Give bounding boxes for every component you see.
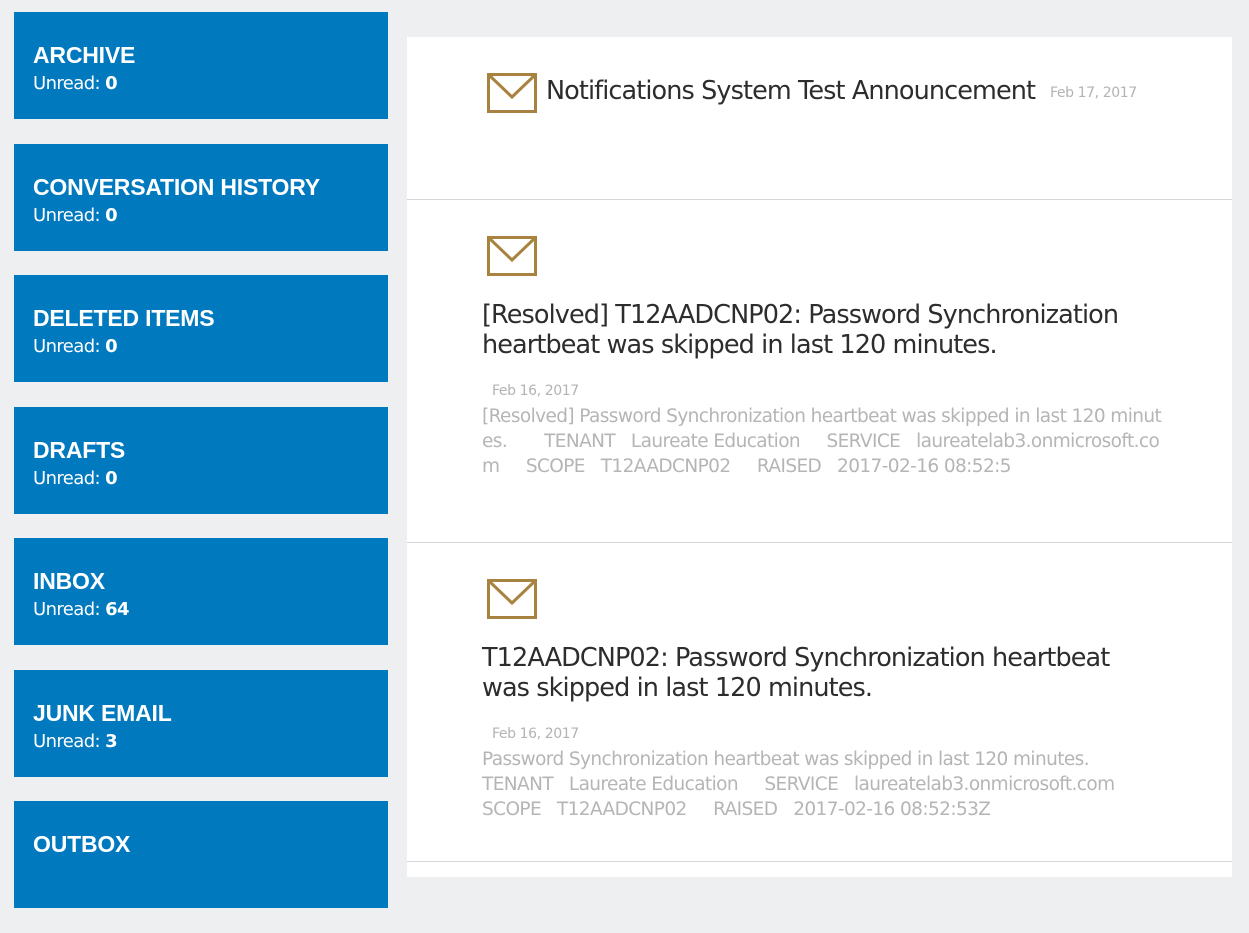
folder-drafts[interactable]: DRAFTS Unread: 0	[14, 406, 388, 514]
folder-name: JUNK EMAIL	[33, 699, 172, 726]
message-subject: Notifications System Test Announcement	[546, 76, 1036, 106]
unread-count: 0	[105, 204, 118, 226]
folder-conversation-history[interactable]: CONVERSATION HISTORY Unread: 0	[14, 143, 388, 251]
unread-count: 0	[105, 73, 118, 94]
unread-count: 0	[105, 336, 118, 357]
folder-unread: Unread: 64	[33, 599, 130, 620]
unread-label: Unread:	[33, 467, 101, 489]
folder-unread: Unread: 3	[33, 730, 118, 752]
folder-name: INBOX	[33, 568, 105, 594]
unread-label: Unread:	[33, 730, 101, 752]
folder-name: DRAFTS	[33, 436, 126, 463]
folder-name: OUTBOX	[33, 831, 131, 857]
message-subject: T12AADCNP02: Password Synchronization he…	[482, 643, 1110, 703]
message-list: Notifications System Test Announcement F…	[407, 37, 1232, 877]
envelope-icon	[487, 73, 537, 113]
message-preview: [Resolved] Password Synchronization hear…	[482, 406, 1162, 477]
message-item[interactable]: [Resolved] T12AADCNP02: Password Synchro…	[407, 200, 1232, 543]
unread-count: 0	[105, 467, 118, 489]
folder-name: DELETED ITEMS	[33, 305, 215, 331]
folder-unread: Unread: 0	[33, 204, 118, 226]
unread-label: Unread:	[33, 336, 101, 357]
message-subject: [Resolved] T12AADCNP02: Password Synchro…	[482, 300, 1119, 360]
folder-unread: Unread: 0	[33, 336, 118, 357]
message-date: Feb 16, 2017	[492, 383, 579, 399]
unread-label: Unread:	[33, 599, 101, 620]
unread-count: 3	[105, 730, 118, 752]
folder-deleted-items[interactable]: DELETED ITEMS Unread: 0	[14, 275, 388, 382]
folder-unread: Unread: 0	[33, 73, 118, 94]
folder-inbox[interactable]: INBOX Unread: 64	[14, 538, 388, 645]
folder-archive[interactable]: ARCHIVE Unread: 0	[14, 12, 388, 119]
message-preview: Password Synchronization heartbeat was s…	[482, 749, 1115, 820]
folder-junk-email[interactable]: JUNK EMAIL Unread: 3	[14, 669, 388, 777]
unread-label: Unread:	[33, 73, 101, 94]
message-item[interactable]: Notifications System Test Announcement F…	[407, 37, 1232, 200]
unread-count: 64	[105, 599, 129, 620]
envelope-icon	[487, 236, 537, 276]
folder-name: CONVERSATION HISTORY	[33, 173, 320, 200]
unread-label: Unread:	[33, 204, 101, 226]
message-date: Feb 16, 2017	[492, 726, 579, 742]
folder-sidebar: ARCHIVE Unread: 0 CONVERSATION HISTORY U…	[14, 12, 388, 933]
message-date: Feb 17, 2017	[1050, 85, 1137, 101]
folder-unread: Unread: 0	[33, 467, 118, 489]
folder-name: ARCHIVE	[33, 42, 136, 68]
message-item[interactable]: T12AADCNP02: Password Synchronization he…	[407, 543, 1232, 862]
envelope-icon	[487, 579, 537, 619]
folder-outbox[interactable]: OUTBOX	[14, 801, 388, 908]
